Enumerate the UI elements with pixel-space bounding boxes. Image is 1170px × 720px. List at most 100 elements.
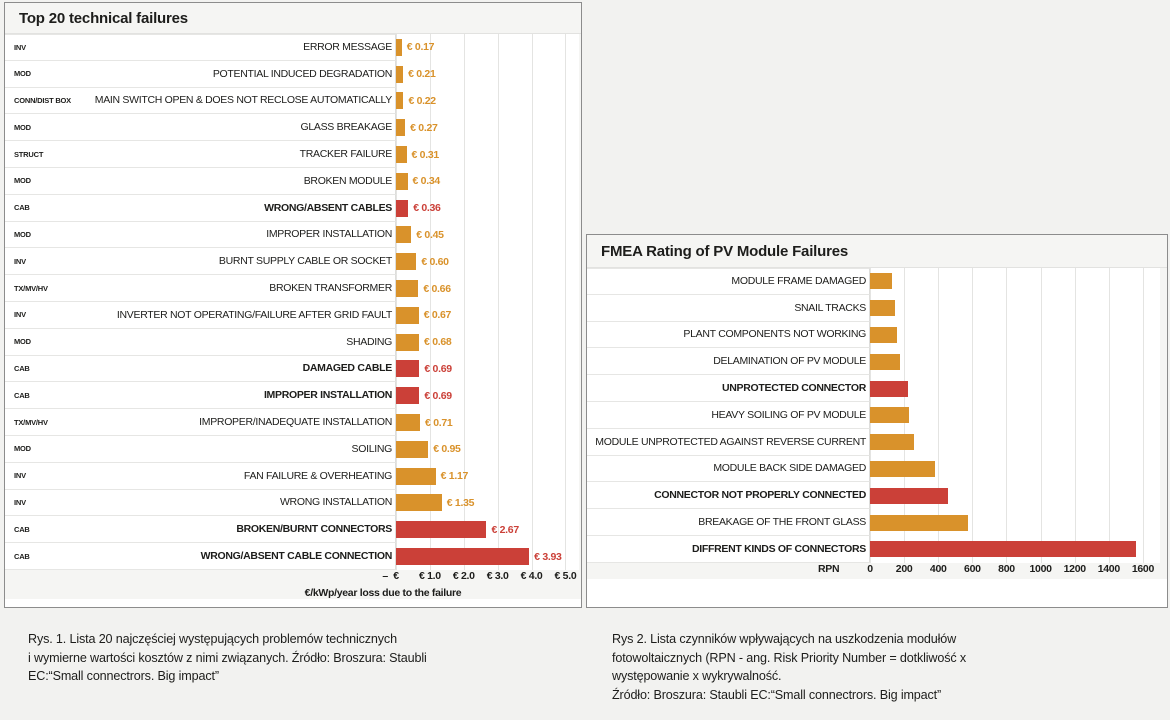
- bar[interactable]: [396, 280, 419, 298]
- chart-row[interactable]: INV INVERTER NOT OPERATING/FAILURE AFTER …: [5, 301, 581, 329]
- bar[interactable]: [396, 253, 417, 271]
- row-plot-area: [870, 375, 1167, 402]
- top20-x-axis: – € € 1.0 € 2.0 € 3.0 € 4.0 € 5.0: [5, 570, 581, 586]
- chart-row[interactable]: CONN/DIST BOX MAIN SWITCH OPEN & DOES NOT…: [5, 87, 581, 115]
- row-category-label: BROKEN MODULE: [303, 174, 393, 187]
- chart-row[interactable]: MOD BROKEN MODULE € 0.34: [5, 167, 581, 195]
- chart-row[interactable]: DELAMINATION OF PV MODULE: [587, 348, 1167, 376]
- bar-value-label: € 0.67: [423, 309, 452, 322]
- bar[interactable]: [396, 414, 421, 432]
- row-label: MODULE FRAME DAMAGED: [587, 268, 870, 295]
- row-category-label: BROKEN/BURNT CONNECTORS: [236, 523, 392, 536]
- row-category-label: PLANT COMPONENTS NOT WORKING: [683, 328, 866, 341]
- chart-row[interactable]: INV FAN FAILURE & OVERHEATING € 1.17: [5, 462, 581, 490]
- row-category-label: POTENTIAL INDUCED DEGRADATION: [212, 67, 392, 80]
- chart-row[interactable]: CAB IMPROPER INSTALLATION € 0.69: [5, 382, 581, 410]
- bar[interactable]: [870, 434, 915, 451]
- row-label: CONNECTOR NOT PROPERLY CONNECTED: [587, 482, 870, 510]
- chart-row[interactable]: INV BURNT SUPPLY CABLE OR SOCKET € 0.60: [5, 248, 581, 276]
- bar[interactable]: [396, 146, 407, 164]
- chart-row[interactable]: STRUCT TRACKER FAILURE € 0.31: [5, 141, 581, 168]
- bar[interactable]: [396, 440, 429, 458]
- bar[interactable]: [396, 494, 442, 512]
- chart-row[interactable]: INV WRONG INSTALLATION € 1.35: [5, 489, 581, 517]
- bar[interactable]: [396, 467, 436, 485]
- row-plot-area: € 0.31: [396, 141, 581, 168]
- row-category-label: WRONG INSTALLATION: [279, 496, 392, 509]
- top20-chart-body: INV ERROR MESSAGE € 0.17 MOD POTENTIAL INDUC…: [5, 34, 581, 599]
- bar[interactable]: [396, 172, 408, 190]
- chart-row[interactable]: INV ERROR MESSAGE € 0.17: [5, 34, 581, 61]
- fmea-panel-title: FMEA Rating of PV Module Failures: [587, 235, 1167, 268]
- row-plot-area: € 0.68: [396, 329, 581, 356]
- row-plot-area: [870, 268, 1167, 295]
- chart-row[interactable]: TX/MV/HV BROKEN TRANSFORMER € 0.66: [5, 275, 581, 302]
- bar[interactable]: [870, 273, 892, 290]
- chart-row[interactable]: CONNECTOR NOT PROPERLY CONNECTED: [587, 482, 1167, 510]
- chart-row[interactable]: CAB WRONG/ABSENT CABLE CONNECTION € 3.93: [5, 543, 581, 570]
- bar[interactable]: [396, 521, 487, 539]
- bar[interactable]: [870, 326, 898, 343]
- bar-value-label: € 0.36: [413, 202, 441, 215]
- bar[interactable]: [870, 514, 969, 531]
- fmea-rows: MODULE FRAME DAMAGED SNAIL TRACKS PLANT CO…: [587, 268, 1167, 563]
- bar[interactable]: [396, 38, 402, 56]
- chart-row[interactable]: HEAVY SOILING OF PV MODULE: [587, 401, 1167, 429]
- axis-tick-label: € 2.0: [452, 569, 475, 582]
- bar[interactable]: [870, 460, 935, 477]
- bar[interactable]: [870, 300, 896, 317]
- row-label: MOD POTENTIAL INDUCED DEGRADATION: [5, 60, 396, 88]
- row-plot-area: € 0.36: [396, 195, 581, 222]
- bar[interactable]: [396, 333, 420, 351]
- row-category-label: IMPROPER/INADEQUATE INSTALLATION: [199, 416, 392, 429]
- bar[interactable]: [870, 407, 909, 424]
- chart-row[interactable]: MOD SHADING € 0.68: [5, 328, 581, 356]
- chart-row[interactable]: CAB BROKEN/BURNT CONNECTORS € 2.67: [5, 516, 581, 544]
- chart-row[interactable]: MOD IMPROPER INSTALLATION € 0.45: [5, 221, 581, 249]
- bar[interactable]: [396, 119, 406, 137]
- row-label: TX/MV/HV BROKEN TRANSFORMER: [5, 275, 396, 302]
- chart-row[interactable]: UNPROTECTED CONNECTOR: [587, 375, 1167, 402]
- chart-row[interactable]: CAB WRONG/ABSENT CABLES € 0.36: [5, 194, 581, 222]
- bar[interactable]: [870, 380, 908, 397]
- row-plot-area: € 0.66: [396, 275, 581, 302]
- row-group-label: MOD: [14, 444, 31, 454]
- chart-row[interactable]: PLANT COMPONENTS NOT WORKING: [587, 321, 1167, 349]
- bar[interactable]: [870, 541, 1137, 558]
- chart-row[interactable]: BREAKAGE OF THE FRONT GLASS: [587, 509, 1167, 536]
- bar[interactable]: [396, 360, 420, 378]
- row-group-label: MOD: [14, 176, 31, 186]
- bar[interactable]: [396, 306, 419, 324]
- fmea-bar-chart: MODULE FRAME DAMAGED SNAIL TRACKS PLANT CO…: [587, 268, 1167, 563]
- chart-row[interactable]: TX/MV/HV IMPROPER/INADEQUATE INSTALLATION…: [5, 409, 581, 436]
- row-category-label: TRACKER FAILURE: [299, 148, 393, 161]
- chart-row[interactable]: MODULE BACK SIDE DAMAGED: [587, 455, 1167, 483]
- chart-row[interactable]: DIFFRENT KINDS OF CONNECTORS: [587, 535, 1167, 563]
- figure-1-caption: Rys. 1. Lista 20 najczęściej występujący…: [28, 630, 553, 686]
- bar[interactable]: [396, 548, 530, 566]
- chart-row[interactable]: MODULE UNPROTECTED AGAINST REVERSE CURRE…: [587, 428, 1167, 456]
- row-category-label: MODULE UNPROTECTED AGAINST REVERSE CURRE…: [595, 435, 866, 448]
- chart-row[interactable]: MOD SOILING € 0.95: [5, 435, 581, 463]
- bar-value-label: € 0.69: [424, 389, 452, 402]
- chart-row[interactable]: CAB DAMAGED CABLE € 0.69: [5, 355, 581, 383]
- bar-value-label: € 3.93: [534, 550, 562, 563]
- bar[interactable]: [870, 487, 949, 504]
- row-group-label: MOD: [14, 69, 31, 79]
- row-category-label: BREAKAGE OF THE FRONT GLASS: [698, 516, 866, 529]
- chart-row[interactable]: MODULE FRAME DAMAGED: [587, 268, 1167, 295]
- chart-row[interactable]: MOD POTENTIAL INDUCED DEGRADATION € 0.21: [5, 60, 581, 88]
- row-group-label: TX/MV/HV: [14, 417, 48, 427]
- caption-line: EC:“Small connectrors. Big impact”: [28, 669, 219, 683]
- bar[interactable]: [870, 353, 900, 370]
- chart-row[interactable]: MOD GLASS BREAKAGE € 0.27: [5, 114, 581, 142]
- bar[interactable]: [396, 199, 409, 217]
- bar-value-label: € 0.69: [424, 362, 452, 375]
- bar[interactable]: [396, 226, 412, 244]
- bar-value-label: € 0.22: [408, 94, 436, 107]
- bar[interactable]: [396, 65, 404, 83]
- row-group-label: CAB: [14, 203, 30, 213]
- bar[interactable]: [396, 387, 420, 405]
- bar[interactable]: [396, 92, 404, 110]
- chart-row[interactable]: SNAIL TRACKS: [587, 294, 1167, 322]
